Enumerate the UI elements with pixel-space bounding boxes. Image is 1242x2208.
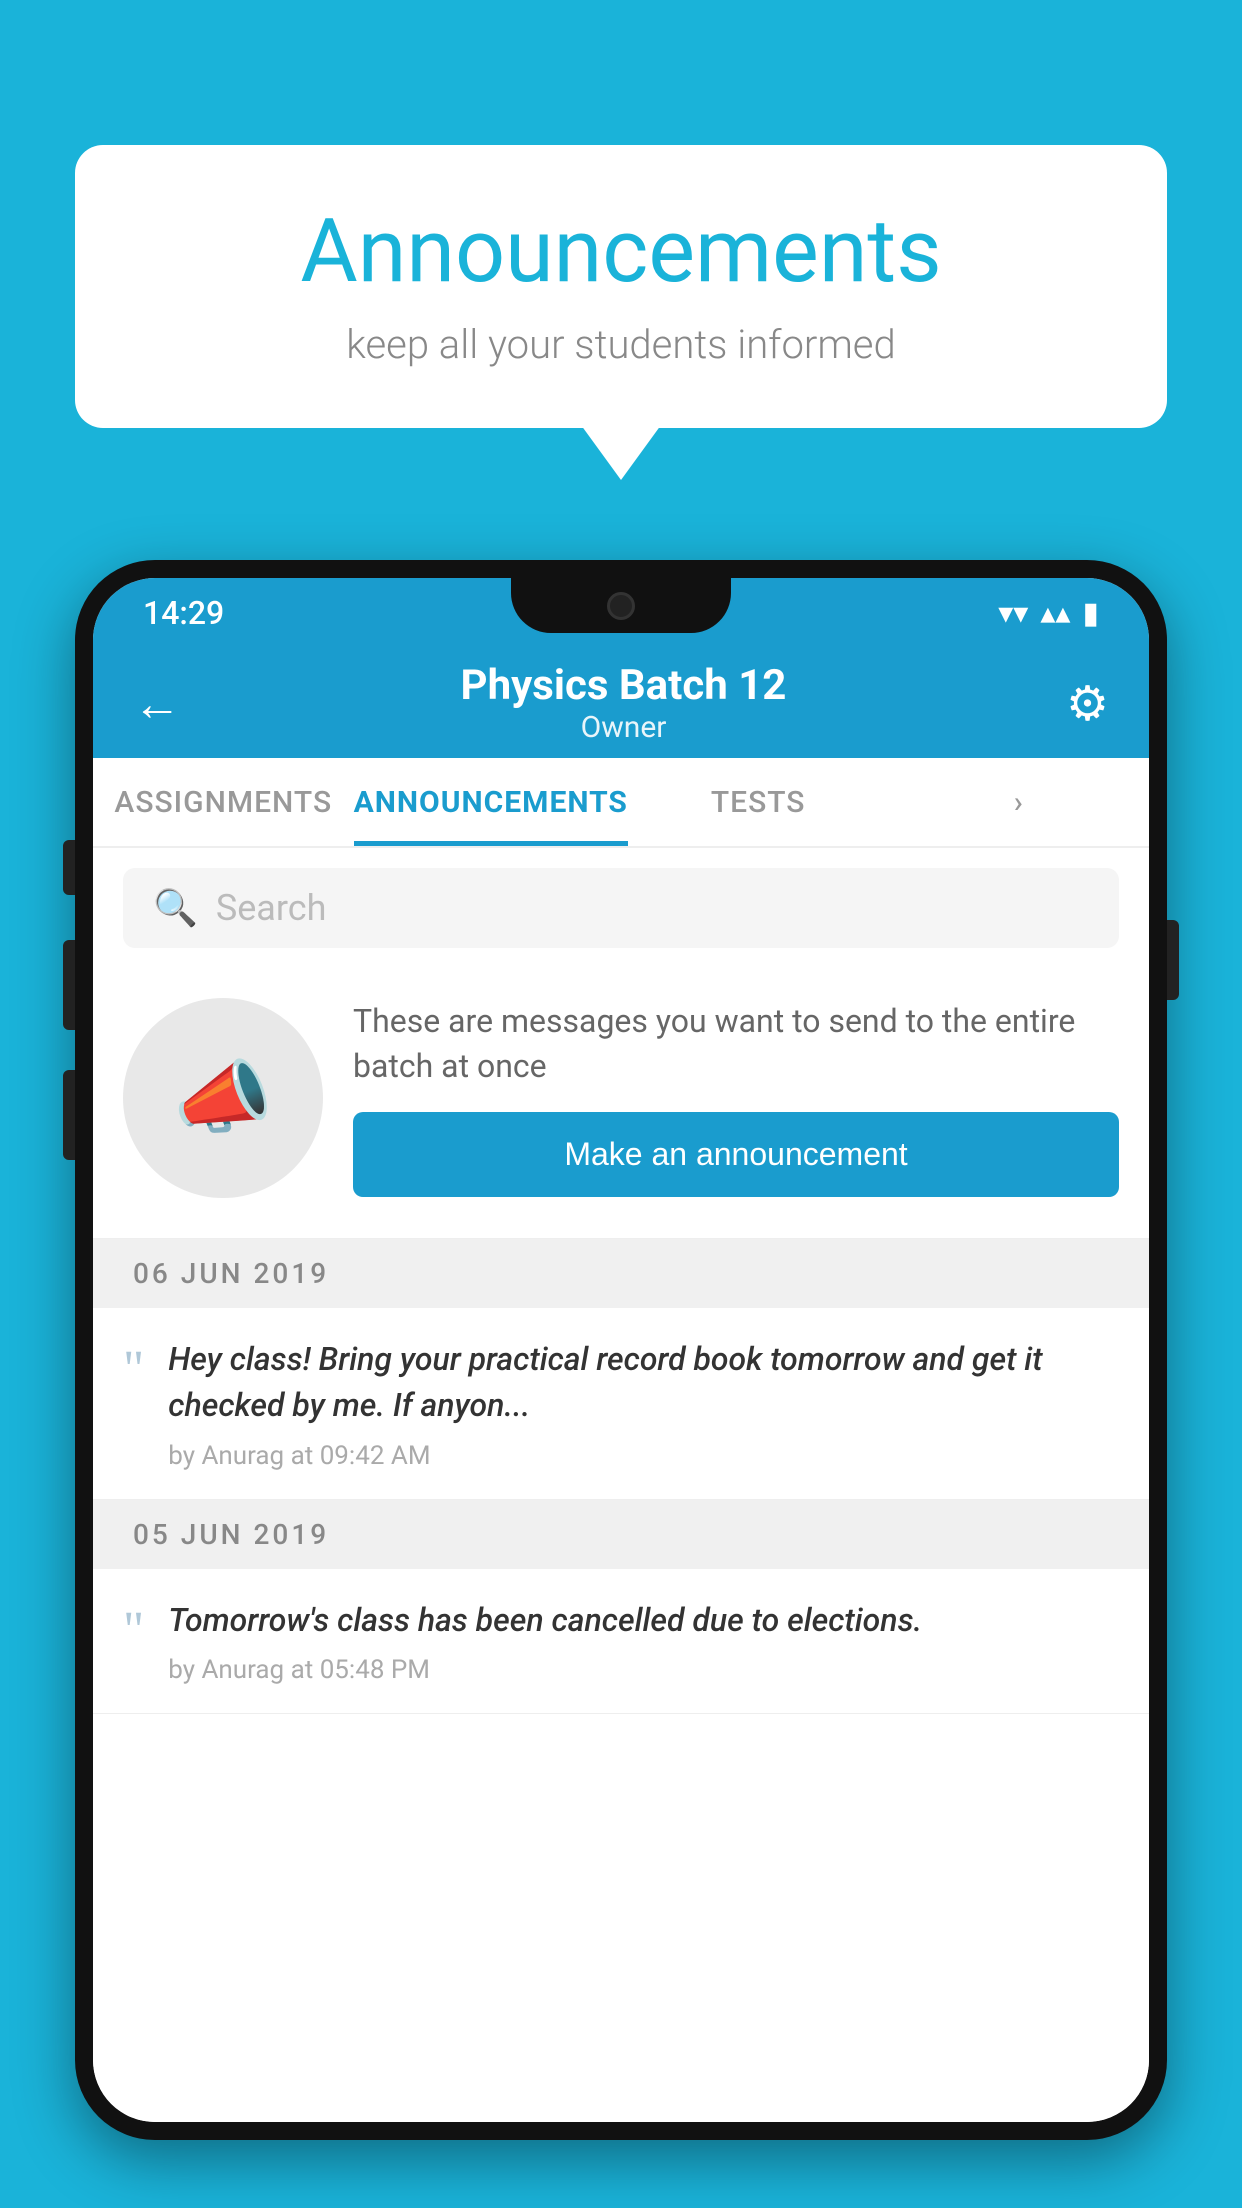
announcement-meta-1: by Anurag at 09:42 AM (168, 1441, 1119, 1471)
silent-button (63, 1070, 75, 1160)
date-separator-1: 06 JUN 2019 (93, 1239, 1149, 1308)
wifi-icon: ▾▾ (998, 596, 1028, 631)
announcements-hero-title: Announcements (135, 200, 1107, 303)
batch-title: Physics Batch 12 (461, 661, 787, 710)
speech-bubble-section: Announcements keep all your students inf… (75, 145, 1167, 428)
tab-assignments[interactable]: ASSIGNMENTS (93, 758, 354, 846)
phone-body: 14:29 ▾▾ ▴▴ ▮ ← Physics Batch 12 Owner ⚙… (75, 560, 1167, 2140)
tab-more[interactable]: › (888, 758, 1149, 846)
tab-tests[interactable]: TESTS (628, 758, 889, 846)
announcement-content-1: Hey class! Bring your practical record b… (168, 1336, 1119, 1471)
volume-up-button (63, 840, 75, 895)
announcement-meta-2: by Anurag at 05:48 PM (168, 1655, 1119, 1685)
promo-content: These are messages you want to send to t… (353, 999, 1119, 1198)
search-placeholder: Search (216, 887, 327, 929)
search-icon: 🔍 (153, 887, 198, 929)
announcement-item-2[interactable]: " Tomorrow's class has been cancelled du… (93, 1569, 1149, 1714)
search-bar[interactable]: 🔍 Search (123, 868, 1119, 948)
settings-icon[interactable]: ⚙ (1066, 675, 1109, 732)
date-separator-2: 05 JUN 2019 (93, 1500, 1149, 1569)
front-camera (607, 592, 635, 620)
megaphone-icon: 📣 (173, 1051, 273, 1145)
tabs-bar: ASSIGNMENTS ANNOUNCEMENTS TESTS › (93, 758, 1149, 848)
promo-icon-circle: 📣 (123, 998, 323, 1198)
screen-content: 🔍 Search 📣 These are messages you want t… (93, 848, 1149, 2122)
header-center: Physics Batch 12 Owner (461, 661, 787, 745)
status-icons: ▾▾ ▴▴ ▮ (998, 596, 1099, 631)
quote-icon-2: " (123, 1605, 144, 1685)
make-announcement-button[interactable]: Make an announcement (353, 1112, 1119, 1197)
tab-announcements[interactable]: ANNOUNCEMENTS (354, 758, 628, 846)
status-time: 14:29 (143, 594, 224, 632)
back-button[interactable]: ← (133, 675, 181, 732)
promo-description: These are messages you want to send to t… (353, 999, 1119, 1089)
battery-icon: ▮ (1082, 596, 1099, 631)
announcement-promo: 📣 These are messages you want to send to… (93, 968, 1149, 1239)
speech-bubble-card: Announcements keep all your students inf… (75, 145, 1167, 428)
volume-down-button (63, 940, 75, 1030)
announcements-hero-subtitle: keep all your students informed (135, 321, 1107, 368)
announcement-item-1[interactable]: " Hey class! Bring your practical record… (93, 1308, 1149, 1500)
batch-role: Owner (461, 710, 787, 745)
announcement-text-1: Hey class! Bring your practical record b… (168, 1336, 1119, 1429)
phone-screen: 14:29 ▾▾ ▴▴ ▮ ← Physics Batch 12 Owner ⚙… (93, 578, 1149, 2122)
announcement-text-2: Tomorrow's class has been cancelled due … (168, 1597, 1119, 1643)
signal-icon: ▴▴ (1040, 596, 1070, 631)
power-button (1167, 920, 1179, 1000)
announcement-content-2: Tomorrow's class has been cancelled due … (168, 1597, 1119, 1685)
quote-icon-1: " (123, 1344, 144, 1471)
phone-mockup: 14:29 ▾▾ ▴▴ ▮ ← Physics Batch 12 Owner ⚙… (75, 560, 1167, 2208)
app-header: ← Physics Batch 12 Owner ⚙ (93, 648, 1149, 758)
search-bar-wrapper: 🔍 Search (93, 848, 1149, 968)
phone-notch (511, 578, 731, 633)
